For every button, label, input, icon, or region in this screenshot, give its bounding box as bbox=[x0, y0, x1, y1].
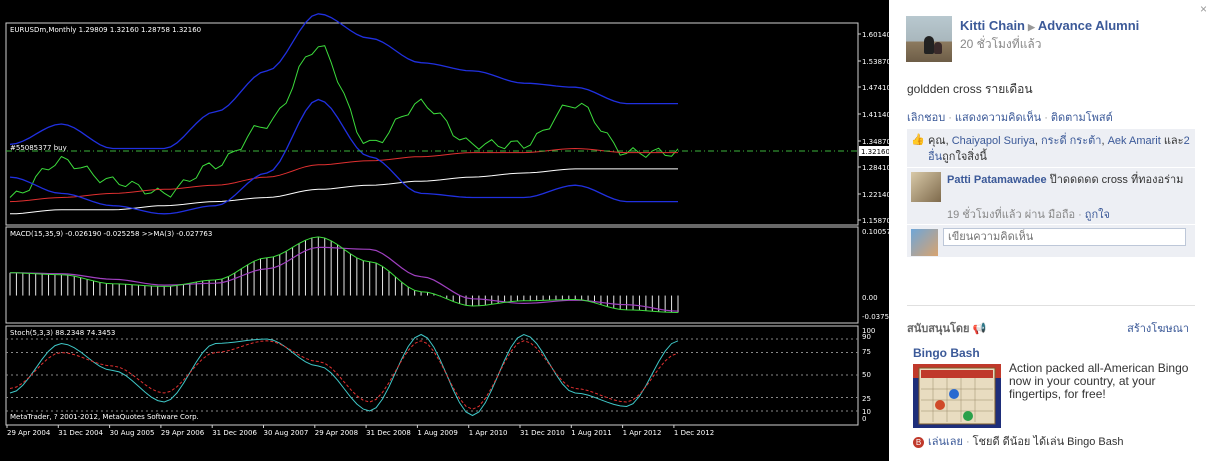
comment-time[interactable]: 19 ชั่วโมงที่แล้ว bbox=[947, 209, 1022, 221]
date-tick-label: 29 Apr 2004 bbox=[7, 429, 51, 437]
ad-social-text: โชยดี ดีน้อย ได้เล่น Bingo Bash bbox=[972, 436, 1124, 448]
comment-meta: 19 ชั่วโมงที่แล้ว ผ่าน มือถือ · ถูกใจ bbox=[947, 209, 1110, 221]
price-tick-label: 1.47410 bbox=[862, 84, 889, 92]
facebook-post-panel: × Kitti Chain ▶ Advance Alumni 20 ชั่วโมงท… bbox=[889, 0, 1217, 461]
date-tick-label: 29 Apr 2006 bbox=[161, 429, 205, 437]
viewer-avatar bbox=[911, 229, 938, 256]
price-tick-label: 1.53870 bbox=[862, 58, 889, 66]
date-tick-label: 1 Apr 2010 bbox=[469, 429, 508, 437]
post-timestamp[interactable]: 20 ชั่วโมงที่แล้ว bbox=[960, 35, 1042, 54]
date-tick-label: 30 Aug 2007 bbox=[264, 429, 309, 437]
author-link[interactable]: Kitti Chain bbox=[960, 18, 1025, 33]
ad-image[interactable] bbox=[913, 364, 1001, 428]
thumbs-up-icon: 👍 bbox=[911, 134, 925, 146]
liker-link[interactable]: Chaiyapol Suriya bbox=[952, 135, 1035, 147]
ad-title-link[interactable]: Bingo Bash bbox=[913, 346, 980, 360]
macd-tick-label: 0.100579 bbox=[862, 228, 889, 236]
comment-like-link[interactable]: ถูกใจ bbox=[1085, 209, 1110, 221]
post-actions: เลิกชอบ · แสดงความคิดเห็น · ติดตามโพสต์ bbox=[907, 112, 1113, 124]
likes-prefix: คุณ, bbox=[928, 135, 949, 147]
liker-link[interactable]: Aek Amarit bbox=[1108, 135, 1161, 147]
stoch-label: Stoch(5,3,3) 88.2348 74.3453 bbox=[10, 329, 115, 337]
post-header: Kitti Chain ▶ Advance Alumni bbox=[960, 18, 1139, 33]
likes-suffix: ถูกใจสิ่งนี้ bbox=[942, 151, 987, 163]
likes-summary: 👍 คุณ, Chaiyapol Suriya, กระดี่ กระต้า, … bbox=[907, 129, 1195, 168]
date-tick-label: 31 Dec 2010 bbox=[520, 429, 565, 437]
comment-body: Patti Patamawadee ป๊าดดดดด cross ที่ทองอ… bbox=[947, 172, 1191, 189]
author-avatar[interactable] bbox=[906, 16, 952, 62]
write-comment-row bbox=[907, 225, 1195, 257]
divider bbox=[907, 305, 1195, 306]
ad-footer: B เล่นเลย · โชยดี ดีน้อย ได้เล่น Bingo Bash bbox=[913, 432, 1123, 450]
liker-link[interactable]: กระดี่ กระต้า bbox=[1041, 135, 1101, 147]
arrow-right-icon: ▶ bbox=[1028, 22, 1035, 32]
date-tick-label: 1 Apr 2012 bbox=[623, 429, 662, 437]
price-tick-label: 1.15870 bbox=[862, 217, 889, 225]
order-line-label: #55085377 buy bbox=[10, 144, 67, 152]
metatrader-chart[interactable]: EURUSDm,Monthly 1.29809 1.32160 1.28758 … bbox=[0, 0, 889, 461]
date-tick-label: 30 Aug 2005 bbox=[110, 429, 155, 437]
chart-canvas[interactable]: EURUSDm,Monthly 1.29809 1.32160 1.28758 … bbox=[0, 0, 889, 461]
comment-input[interactable] bbox=[943, 228, 1186, 246]
commenter-avatar[interactable] bbox=[911, 172, 941, 202]
date-tick-label: 31 Dec 2008 bbox=[366, 429, 411, 437]
date-tick-label: 1 Aug 2009 bbox=[417, 429, 457, 437]
stoch-tick-label: 25 bbox=[862, 395, 871, 403]
price-tick-label: 1.22140 bbox=[862, 191, 889, 199]
date-tick-label: 31 Dec 2006 bbox=[212, 429, 257, 437]
macd-tick-label: -0.03752 bbox=[862, 313, 889, 321]
comment-text: ป๊าดดดดด cross ที่ทองอร่าม bbox=[1049, 174, 1184, 186]
sponsored-heading: สนับสนุนโดย 📢 bbox=[907, 323, 987, 335]
price-tick-label: 1.32160 bbox=[861, 148, 889, 156]
macd-tick-label: 0.00 bbox=[862, 294, 878, 302]
price-tick-label: 1.41140 bbox=[862, 111, 889, 119]
comment-via: ผ่าน มือถือ bbox=[1024, 209, 1076, 221]
date-tick-label: 29 Apr 2008 bbox=[315, 429, 358, 437]
price-tick-label: 1.34870 bbox=[862, 138, 889, 146]
date-tick-label: 1 Dec 2012 bbox=[674, 429, 714, 437]
copyright-label: MetaTrader, ? 2001-2012, MetaQuotes Soft… bbox=[10, 413, 199, 421]
ad-description: Action packed all-American Bingo now in … bbox=[1009, 361, 1189, 401]
stoch-tick-label: 90 bbox=[862, 333, 871, 341]
comment-link[interactable]: แสดงความคิดเห็น bbox=[955, 112, 1041, 124]
stoch-tick-label: 50 bbox=[862, 371, 871, 379]
main-chart-label: EURUSDm,Monthly 1.29809 1.32160 1.28758 … bbox=[10, 26, 201, 34]
date-tick-label: 31 Dec 2004 bbox=[58, 429, 103, 437]
stoch-tick-label: 0 bbox=[862, 415, 866, 423]
likes-and: และ bbox=[1163, 135, 1184, 147]
close-icon[interactable]: × bbox=[1200, 2, 1207, 16]
create-ad-link[interactable]: สร้างโฆษณา bbox=[1127, 319, 1189, 337]
comment-item: Patti Patamawadee ป๊าดดดดด cross ที่ทองอ… bbox=[907, 168, 1195, 225]
bingo-icon: B bbox=[913, 436, 924, 448]
stoch-tick-label: 75 bbox=[862, 348, 871, 356]
price-tick-label: 1.28410 bbox=[862, 164, 889, 172]
post-text: goldden cross รายเดือน bbox=[907, 82, 1033, 96]
commenter-link[interactable]: Patti Patamawadee bbox=[947, 174, 1047, 186]
group-link[interactable]: Advance Alumni bbox=[1038, 18, 1139, 33]
date-tick-label: 1 Aug 2011 bbox=[571, 429, 611, 437]
unlike-link[interactable]: เลิกชอบ bbox=[907, 112, 945, 124]
follow-post-link[interactable]: ติดตามโพสต์ bbox=[1051, 112, 1113, 124]
play-now-link[interactable]: เล่นเลย bbox=[928, 436, 963, 448]
price-tick-label: 1.60140 bbox=[862, 31, 889, 39]
macd-label: MACD(15,35,9) -0.026190 -0.025258 >>MA(3… bbox=[10, 230, 212, 238]
bingo-card-image bbox=[913, 364, 1001, 428]
megaphone-icon: 📢 bbox=[972, 323, 987, 335]
